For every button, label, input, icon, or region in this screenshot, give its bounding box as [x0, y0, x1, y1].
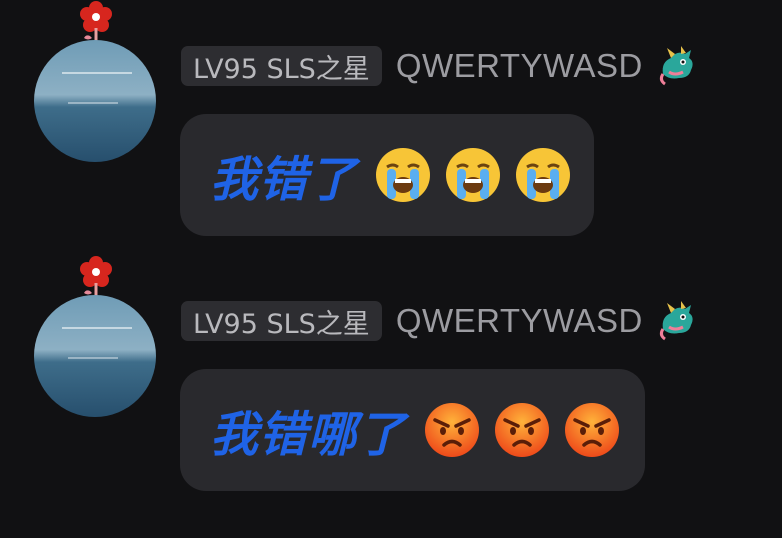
avatar-container[interactable] — [34, 256, 156, 417]
chat-view: LV95 SLS之星 QWERTYWASD 我错了 LV95 SLS之星 QWE… — [0, 0, 782, 538]
emoji-row — [363, 145, 573, 205]
loudly-crying-face-icon — [376, 148, 431, 202]
message-text: 我错了 — [210, 152, 358, 208]
level-badge: LV95 SLS之星 — [181, 46, 382, 86]
angry-face-icon — [425, 403, 480, 457]
message-header: LV95 SLS之星 QWERTYWASD — [181, 301, 699, 341]
avatar[interactable] — [34, 40, 156, 162]
dragon-icon — [659, 46, 693, 86]
message-bubble[interactable]: 我错了 — [180, 114, 594, 236]
loudly-crying-face-icon — [446, 148, 501, 202]
avatar-container[interactable] — [34, 1, 156, 162]
message-header: LV95 SLS之星 QWERTYWASD — [181, 46, 699, 86]
dragon-icon — [659, 301, 693, 341]
emoji-row — [412, 400, 622, 460]
avatar[interactable] — [34, 295, 156, 417]
username[interactable]: QWERTYWASD — [396, 302, 643, 340]
angry-face-icon — [495, 403, 550, 457]
loudly-crying-face-icon — [516, 148, 571, 202]
flower-decoration-icon — [80, 1, 112, 43]
level-badge: LV95 SLS之星 — [181, 301, 382, 341]
message-bubble[interactable]: 我错哪了 — [180, 369, 645, 491]
chat-message: LV95 SLS之星 QWERTYWASD 我错哪了 — [0, 255, 782, 505]
angry-face-icon — [565, 403, 620, 457]
chat-message: LV95 SLS之星 QWERTYWASD 我错了 — [0, 0, 782, 250]
username[interactable]: QWERTYWASD — [396, 47, 643, 85]
flower-decoration-icon — [80, 256, 112, 298]
message-text: 我错哪了 — [210, 407, 407, 463]
